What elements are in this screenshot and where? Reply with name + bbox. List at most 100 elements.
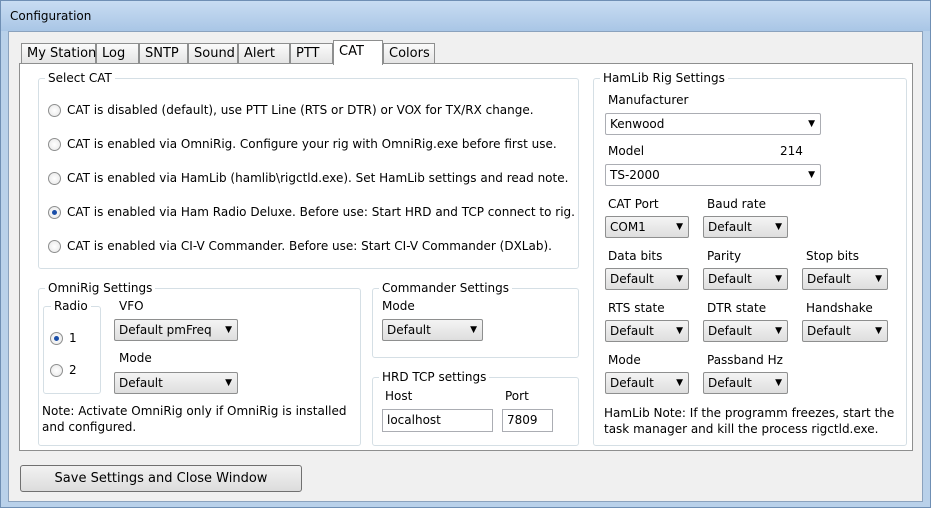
chevron-down-icon: ▼ (875, 274, 882, 284)
data-bits-value: Default (610, 272, 654, 286)
commander-mode-value: Default (387, 323, 431, 337)
cat-option-label: CAT is disabled (default), use PTT Line … (67, 103, 534, 117)
handshake-label: Handshake (806, 301, 873, 315)
save-settings-button[interactable]: Save Settings and Close Window (20, 465, 302, 492)
model-label: Model (608, 144, 645, 158)
tab-log[interactable]: Log (96, 43, 139, 64)
radio-option-2[interactable]: 2 (50, 363, 77, 377)
commander-mode-label: Mode (382, 299, 415, 313)
cat-option-label: CAT is enabled via Ham Radio Deluxe. Bef… (67, 205, 575, 219)
chevron-down-icon: ▼ (676, 378, 683, 388)
omnirig-mode-dropdown[interactable]: Default ▼ (114, 372, 238, 394)
select-cat-legend: Select CAT (45, 71, 115, 85)
chevron-down-icon: ▼ (676, 274, 683, 284)
stop-bits-dropdown[interactable]: Default ▼ (802, 268, 888, 290)
tab-alert[interactable]: Alert (238, 43, 290, 64)
select-cat-group: Select CAT CAT is disabled (default), us… (38, 71, 579, 269)
radio-button[interactable] (48, 137, 61, 151)
chevron-down-icon: ▼ (775, 378, 782, 388)
chevron-down-icon: ▼ (775, 274, 782, 284)
vfo-value: Default pmFreq (119, 323, 212, 337)
tab-cat[interactable]: CAT (333, 40, 383, 65)
commander-settings-legend: Commander Settings (379, 281, 513, 295)
handshake-value: Default (807, 324, 851, 338)
passband-dropdown[interactable]: Default ▼ (703, 372, 788, 394)
omnirig-mode-label: Mode (119, 351, 152, 365)
passband-value: Default (708, 376, 752, 390)
window-title: Configuration (10, 9, 92, 23)
dtr-state-value: Default (708, 324, 752, 338)
cat-option-civ-commander[interactable]: CAT is enabled via CI-V Commander. Befor… (48, 239, 552, 253)
model-dropdown[interactable]: TS-2000 ▼ (605, 164, 821, 186)
chevron-down-icon: ▼ (225, 325, 232, 335)
cat-option-label: CAT is enabled via OmniRig. Configure yo… (67, 137, 557, 151)
chevron-down-icon: ▼ (676, 222, 683, 232)
chevron-down-icon: ▼ (808, 170, 815, 180)
radio-button[interactable] (50, 363, 63, 377)
handshake-dropdown[interactable]: Default ▼ (802, 320, 888, 342)
passband-label: Passband Hz (707, 353, 783, 367)
radio-button-checked[interactable] (48, 205, 61, 219)
baud-rate-value: Default (708, 220, 752, 234)
chevron-down-icon: ▼ (225, 378, 232, 388)
radio-option-label: 2 (69, 363, 77, 377)
radio-select-legend: Radio (51, 299, 91, 313)
rts-state-dropdown[interactable]: Default ▼ (605, 320, 689, 342)
host-input[interactable]: localhost (382, 409, 493, 432)
hrd-tcp-settings-legend: HRD TCP settings (379, 370, 490, 384)
cat-port-value: COM1 (610, 220, 646, 234)
hamlib-mode-value: Default (610, 376, 654, 390)
cat-option-hrd[interactable]: CAT is enabled via Ham Radio Deluxe. Bef… (48, 205, 575, 219)
configuration-window: Configuration My Station Log SNTP Sound … (0, 0, 931, 508)
data-bits-dropdown[interactable]: Default ▼ (605, 268, 689, 290)
cat-option-label: CAT is enabled via HamLib (hamlib\rigctl… (67, 171, 569, 185)
tab-sntp[interactable]: SNTP (139, 43, 188, 64)
radio-button-checked[interactable] (50, 331, 63, 345)
commander-settings-group: Commander Settings Mode Default ▼ (372, 281, 579, 358)
chevron-down-icon: ▼ (808, 119, 815, 129)
host-label: Host (385, 389, 413, 403)
baud-rate-dropdown[interactable]: Default ▼ (703, 216, 788, 238)
hamlib-rig-settings-group: HamLib Rig Settings Manufacturer Kenwood… (593, 71, 907, 446)
radio-button[interactable] (48, 239, 61, 253)
cat-option-disabled[interactable]: CAT is disabled (default), use PTT Line … (48, 103, 534, 117)
tab-colors[interactable]: Colors (383, 43, 435, 64)
tab-my-station[interactable]: My Station (21, 43, 96, 64)
cat-option-omnirig[interactable]: CAT is enabled via OmniRig. Configure yo… (48, 137, 557, 151)
omnirig-note: Note: Activate OmniRig only if OmniRig i… (42, 404, 347, 434)
parity-label: Parity (707, 249, 742, 263)
chevron-down-icon: ▼ (775, 326, 782, 336)
port-label: Port (505, 389, 529, 403)
chevron-down-icon: ▼ (775, 222, 782, 232)
dtr-state-dropdown[interactable]: Default ▼ (703, 320, 788, 342)
tab-ptt[interactable]: PTT (290, 43, 333, 64)
hamlib-note: HamLib Note: If the programm freezes, st… (604, 406, 895, 436)
cat-option-hamlib[interactable]: CAT is enabled via HamLib (hamlib\rigctl… (48, 171, 568, 185)
chevron-down-icon: ▼ (875, 326, 882, 336)
omnirig-mode-value: Default (119, 376, 163, 390)
tab-sound[interactable]: Sound (188, 43, 238, 64)
radio-button[interactable] (48, 171, 61, 185)
port-input[interactable]: 7809 (502, 409, 553, 432)
title-bar[interactable]: Configuration (1, 1, 930, 31)
manufacturer-label: Manufacturer (608, 93, 689, 107)
rts-state-label: RTS state (608, 301, 665, 315)
hamlib-settings-legend: HamLib Rig Settings (600, 71, 728, 85)
manufacturer-value: Kenwood (610, 117, 665, 131)
cat-port-dropdown[interactable]: COM1 ▼ (605, 216, 689, 238)
cat-tab-panel: Select CAT CAT is disabled (default), us… (19, 63, 913, 451)
radio-button[interactable] (48, 103, 61, 117)
data-bits-label: Data bits (608, 249, 663, 263)
radio-option-1[interactable]: 1 (50, 331, 77, 345)
chevron-down-icon: ▼ (470, 325, 477, 335)
baud-rate-label: Baud rate (707, 197, 766, 211)
vfo-dropdown[interactable]: Default pmFreq ▼ (114, 319, 238, 341)
parity-dropdown[interactable]: Default ▼ (703, 268, 788, 290)
cat-port-label: CAT Port (608, 197, 659, 211)
stop-bits-label: Stop bits (806, 249, 860, 263)
omnirig-settings-group: OmniRig Settings Radio 1 2 VFO Default p… (38, 281, 361, 446)
commander-mode-dropdown[interactable]: Default ▼ (382, 319, 483, 341)
hamlib-mode-dropdown[interactable]: Default ▼ (605, 372, 689, 394)
rts-state-value: Default (610, 324, 654, 338)
manufacturer-dropdown[interactable]: Kenwood ▼ (605, 113, 821, 135)
